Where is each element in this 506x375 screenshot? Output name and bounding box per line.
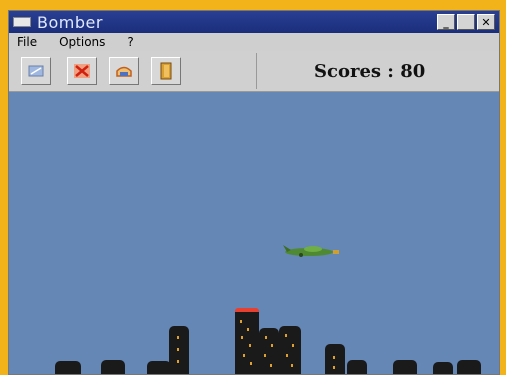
- window-controls: _ ✕: [437, 14, 495, 30]
- building: [101, 360, 125, 374]
- bomb-icon: [74, 64, 90, 78]
- menu-help[interactable]: ?: [127, 35, 133, 49]
- score-display: Scores : 80: [314, 61, 426, 82]
- app-icon[interactable]: [13, 17, 31, 27]
- building: [55, 361, 81, 374]
- toolbar-separator: [256, 53, 257, 89]
- game-window: Bomber _ ✕ File Options ? Scores: 80: [8, 10, 500, 375]
- menu-options[interactable]: Options: [59, 35, 105, 49]
- exit-button[interactable]: [151, 57, 181, 85]
- minimize-button[interactable]: _: [437, 14, 455, 30]
- new-game-icon: [28, 65, 44, 77]
- building: [347, 360, 367, 374]
- building: [457, 360, 481, 374]
- menu-bar: File Options ?: [9, 33, 499, 51]
- building: [433, 362, 453, 374]
- window-title: Bomber: [37, 12, 103, 32]
- building: [169, 326, 189, 374]
- hangar-button[interactable]: [109, 57, 139, 85]
- play-area[interactable]: [9, 92, 499, 374]
- close-button[interactable]: ✕: [477, 14, 495, 30]
- building: [325, 344, 345, 374]
- exit-door-icon: [160, 62, 172, 80]
- maximize-button[interactable]: [457, 14, 475, 30]
- title-bar[interactable]: Bomber _ ✕: [9, 11, 499, 33]
- bomb-button[interactable]: [67, 57, 97, 85]
- hangar-icon: [116, 66, 132, 77]
- toolbar: Scores : 80: [9, 51, 499, 92]
- building: [235, 308, 259, 374]
- bomber-plane: [283, 245, 339, 257]
- building: [393, 360, 417, 374]
- new-game-button[interactable]: [21, 57, 51, 85]
- building: [259, 328, 279, 374]
- menu-file[interactable]: File: [17, 35, 37, 49]
- building: [279, 326, 301, 374]
- building: [147, 361, 171, 374]
